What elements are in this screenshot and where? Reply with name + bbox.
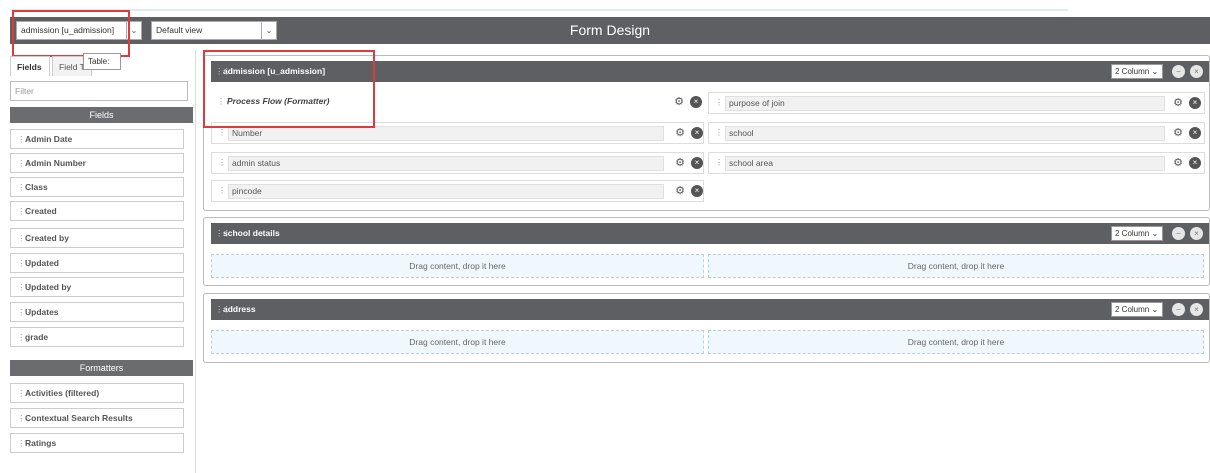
drop-zone[interactable]: Drag content, drop it here	[211, 254, 704, 278]
gear-icon[interactable]: ⚙	[1172, 97, 1184, 109]
section-title: school details	[223, 228, 280, 238]
formatters-heading: Formatters	[10, 360, 193, 376]
field-item[interactable]: ⋮⋮Updated	[10, 253, 184, 273]
column-select[interactable]: 2 Column ⌄	[1111, 226, 1163, 241]
field-item[interactable]: ⋮⋮Updated by	[10, 277, 184, 297]
page-title: Form Design	[569, 22, 651, 38]
gear-icon[interactable]: ⚙	[1172, 127, 1184, 139]
formatter-item[interactable]: ⋮⋮Ratings	[10, 433, 184, 453]
gear-icon[interactable]: ⚙	[674, 157, 686, 169]
collapse-icon[interactable]: −	[1172, 227, 1185, 240]
drag-handle-icon: ⋮⋮	[17, 134, 33, 144]
field-item[interactable]: ⋮⋮Admin Number	[10, 153, 184, 173]
section-title: admission [u_admission]	[223, 66, 326, 76]
field-item[interactable]: ⋮⋮Created	[10, 201, 184, 221]
drag-handle-icon: ⋮⋮	[17, 307, 33, 317]
sidebar: Fields Field T Filter Fields ⋮⋮Admin Dat…	[10, 50, 196, 473]
remove-icon[interactable]: ×	[1189, 127, 1201, 139]
drag-handle-icon: ⋮⋮	[215, 66, 231, 76]
tab-fields[interactable]: Fields	[10, 56, 50, 76]
drag-handle-icon: ⋮⋮	[215, 228, 231, 238]
form-field-row[interactable]: ⋮⋮ Process Flow (Formatter) ⚙ ×	[211, 92, 704, 114]
drag-handle-icon: ⋮⋮	[17, 258, 33, 268]
collapse-icon[interactable]: −	[1172, 65, 1185, 78]
field-label: pincode	[228, 184, 664, 199]
gear-icon[interactable]: ⚙	[1172, 157, 1184, 169]
drop-zone[interactable]: Drag content, drop it here	[708, 330, 1204, 354]
filter-input[interactable]: Filter	[10, 81, 188, 101]
drag-handle-icon: ⋮⋮	[17, 413, 33, 423]
close-icon[interactable]: ×	[1190, 227, 1203, 240]
gear-icon[interactable]: ⚙	[674, 127, 686, 139]
field-item[interactable]: ⋮⋮Created by	[10, 228, 184, 248]
field-item[interactable]: ⋮⋮Class	[10, 177, 184, 197]
formatter-item[interactable]: ⋮⋮Activities (filtered)	[10, 383, 184, 403]
form-field-row[interactable]: ⋮⋮ purpose of join ⚙ ×	[708, 92, 1205, 114]
column-select[interactable]: 2 Column ⌄	[1111, 64, 1163, 79]
gear-icon[interactable]: ⚙	[673, 96, 685, 108]
field-item[interactable]: ⋮⋮grade	[10, 327, 184, 347]
drag-handle-icon: ⋮⋮	[17, 182, 33, 192]
drag-handle-icon: ⋮⋮	[17, 282, 33, 292]
drop-zone[interactable]: Drag content, drop it here	[211, 330, 704, 354]
field-label: Process Flow (Formatter)	[227, 96, 330, 106]
field-item[interactable]: ⋮⋮Updates	[10, 302, 184, 322]
field-item[interactable]: ⋮⋮Admin Date	[10, 129, 184, 149]
field-label: school	[725, 126, 1165, 141]
form-field-row[interactable]: ⋮⋮ admin status ⚙ ×	[211, 152, 704, 174]
field-label: admin status	[228, 156, 664, 171]
form-field-row[interactable]: ⋮⋮ pincode ⚙ ×	[211, 180, 704, 202]
remove-icon[interactable]: ×	[691, 127, 703, 139]
top-divider	[10, 9, 1068, 11]
form-field-row[interactable]: ⋮⋮ Number ⚙ ×	[211, 122, 704, 144]
drag-handle-icon: ⋮⋮	[17, 233, 33, 243]
gear-icon[interactable]: ⚙	[674, 185, 686, 197]
close-icon[interactable]: ×	[1190, 303, 1203, 316]
drag-handle-icon: ⋮⋮	[17, 388, 33, 398]
tooltip: Table:	[83, 53, 121, 70]
field-label: school area	[725, 156, 1165, 171]
remove-icon[interactable]: ×	[1189, 97, 1201, 109]
remove-icon[interactable]: ×	[690, 96, 702, 108]
fields-heading: Fields	[10, 107, 193, 123]
field-label: Number	[228, 126, 664, 141]
remove-icon[interactable]: ×	[691, 157, 703, 169]
drop-zone[interactable]: Drag content, drop it here	[708, 254, 1204, 278]
form-section-school-details: ⋮⋮school details 2 Column ⌄ − × Drag con…	[203, 217, 1210, 286]
drag-handle-icon: ⋮⋮	[215, 304, 231, 314]
remove-icon[interactable]: ×	[1189, 157, 1201, 169]
field-label: purpose of join	[725, 96, 1165, 111]
form-design-header: admission [u_admission] ⌄ Default view ⌄…	[10, 17, 1210, 44]
column-select[interactable]: 2 Column ⌄	[1111, 302, 1163, 317]
form-section-admission: ⋮⋮admission [u_admission] 2 Column ⌄ − ×…	[203, 55, 1210, 211]
drag-handle-icon: ⋮⋮	[17, 438, 33, 448]
form-field-row[interactable]: ⋮⋮ school ⚙ ×	[708, 122, 1205, 144]
formatter-item[interactable]: ⋮⋮Contextual Search Results	[10, 408, 184, 428]
section-header[interactable]: ⋮⋮address 2 Column ⌄ − ×	[211, 299, 1209, 320]
remove-icon[interactable]: ×	[691, 185, 703, 197]
section-title: address	[223, 304, 256, 314]
drag-handle-icon: ⋮⋮	[17, 158, 33, 168]
section-header[interactable]: ⋮⋮school details 2 Column ⌄ − ×	[211, 223, 1209, 244]
drag-handle-icon: ⋮⋮	[17, 206, 33, 216]
collapse-icon[interactable]: −	[1172, 303, 1185, 316]
drag-handle-icon: ⋮⋮	[17, 332, 33, 342]
form-field-row[interactable]: ⋮⋮ school area ⚙ ×	[708, 152, 1205, 174]
section-header[interactable]: ⋮⋮admission [u_admission] 2 Column ⌄ − ×	[211, 61, 1209, 82]
top-strip	[0, 0, 1210, 14]
form-section-address: ⋮⋮address 2 Column ⌄ − × Drag content, d…	[203, 293, 1210, 363]
close-icon[interactable]: ×	[1190, 65, 1203, 78]
